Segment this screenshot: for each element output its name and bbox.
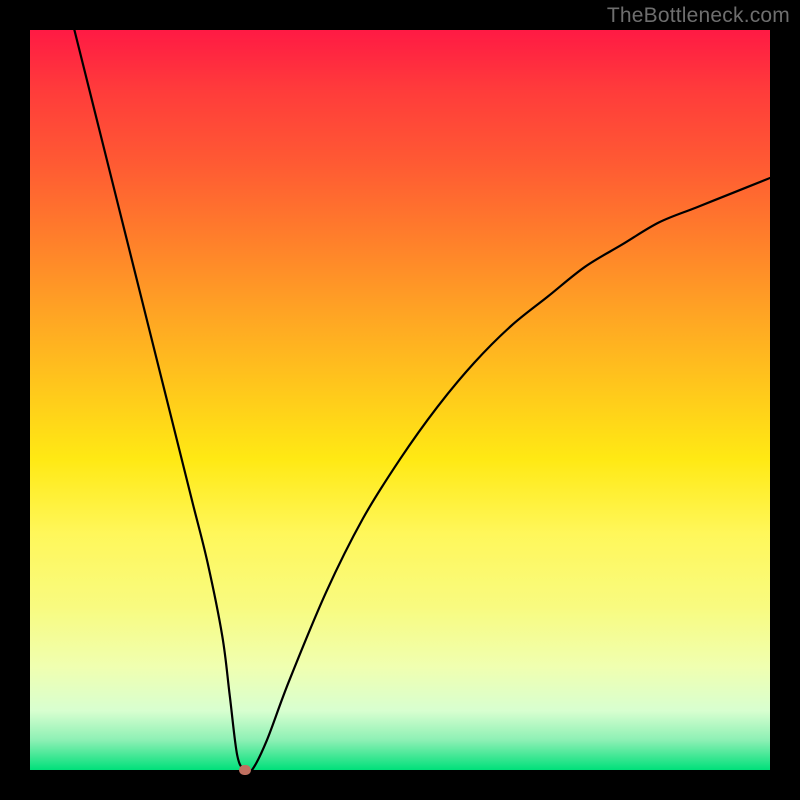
- bottleneck-curve: [30, 30, 770, 770]
- optimal-point-marker: [239, 765, 251, 775]
- chart-frame: TheBottleneck.com: [0, 0, 800, 800]
- watermark-text: TheBottleneck.com: [607, 4, 790, 28]
- plot-area: [30, 30, 770, 770]
